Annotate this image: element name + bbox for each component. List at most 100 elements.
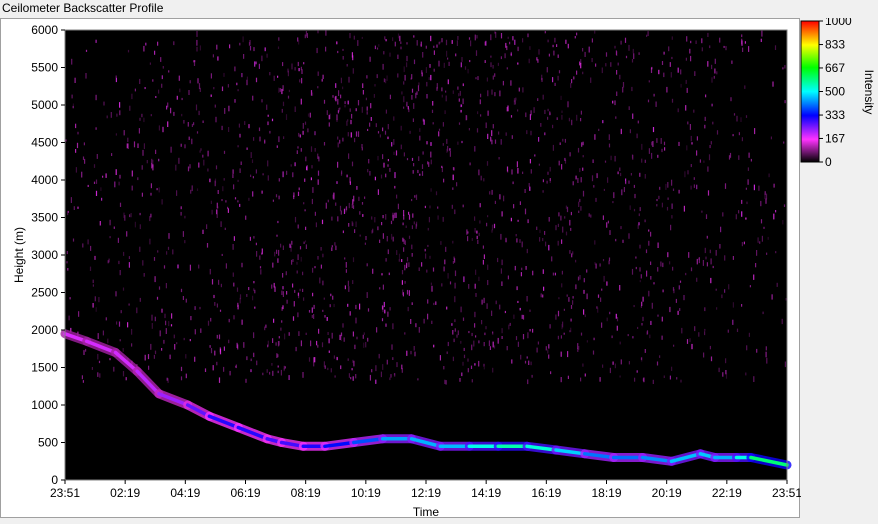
backscatter-speckle [510,51,512,57]
backscatter-speckle [395,150,398,156]
backscatter-speckle [568,297,570,302]
backscatter-speckle [233,184,235,190]
backscatter-speckle [402,222,404,226]
backscatter-speckle [75,167,77,173]
backscatter-speckle [347,280,349,287]
backscatter-speckle [690,164,692,168]
backscatter-speckle [282,101,285,107]
backscatter-speckle [336,357,338,361]
backscatter-speckle [87,184,89,187]
backscatter-speckle [537,59,539,63]
backscatter-speckle [467,68,469,74]
backscatter-speckle [521,241,523,248]
backscatter-speckle [255,169,257,174]
backscatter-speckle [451,40,453,44]
backscatter-speckle [577,147,580,153]
backscatter-speckle [421,262,423,267]
backscatter-speckle [638,213,640,217]
backscatter-speckle [151,158,153,164]
backscatter-speckle [517,109,519,112]
backscatter-speckle [236,342,238,348]
backscatter-speckle [252,95,254,101]
backscatter-speckle [579,168,581,173]
backscatter-speckle [546,67,548,73]
backscatter-speckle [690,185,692,190]
backscatter-speckle [105,317,107,321]
backscatter-speckle [525,266,527,270]
backscatter-speckle [394,172,396,179]
backscatter-speckle [663,51,665,55]
backscatter-speckle [269,72,271,76]
backscatter-speckle [264,326,266,331]
colorbar-tick-label: 500 [825,85,845,99]
backscatter-speckle [548,344,550,349]
backscatter-speckle [119,202,122,207]
backscatter-speckle [215,116,217,123]
backscatter-speckle [119,174,121,179]
backscatter-speckle [569,219,571,226]
backscatter-speckle [152,164,154,171]
backscatter-speckle [401,364,403,370]
backscatter-speckle [718,367,720,373]
backscatter-speckle [313,304,315,309]
backscatter-speckle [620,40,622,45]
backscatter-speckle [648,240,650,246]
backscatter-speckle [272,199,274,202]
backscatter-speckle [685,272,687,276]
backscatter-speckle [671,366,673,371]
backscatter-speckle [302,271,304,276]
backscatter-speckle [265,324,267,328]
backscatter-speckle [412,118,414,122]
backscatter-speckle [652,379,654,384]
backscatter-speckle [531,374,533,378]
backscatter-speckle [311,165,313,169]
backscatter-speckle [168,70,170,73]
backscatter-speckle [239,42,241,46]
backscatter-speckle [433,45,435,48]
backscatter-speckle [180,206,182,210]
backscatter-speckle [169,354,171,360]
backscatter-speckle [773,213,775,220]
backscatter-speckle [766,252,768,255]
backscatter-speckle [650,276,652,280]
backscatter-speckle [564,138,566,143]
backscatter-speckle [248,197,250,201]
backscatter-speckle [237,179,239,182]
backscatter-speckle [457,36,459,40]
backscatter-speckle [358,196,360,201]
backscatter-speckle [189,264,191,271]
backscatter-speckle [650,231,652,237]
backscatter-speckle [616,325,618,331]
backscatter-speckle [512,181,514,185]
backscatter-speckle [279,88,281,92]
backscatter-speckle [292,259,294,262]
backscatter-speckle [165,283,167,289]
backscatter-speckle [567,43,569,49]
backscatter-speckle [521,314,523,319]
backscatter-speckle [129,214,131,218]
backscatter-speckle [354,344,356,350]
backscatter-speckle [246,147,248,150]
backscatter-speckle [188,136,190,140]
backscatter-speckle [385,258,387,262]
backscatter-speckle [747,167,749,171]
backscatter-speckle [403,106,405,109]
backscatter-speckle [369,374,371,381]
backscatter-speckle [178,157,180,164]
backscatter-speckle [216,44,218,50]
backscatter-speckle [534,154,536,157]
backscatter-speckle [504,310,506,314]
backscatter-speckle [82,380,84,383]
backscatter-speckle [403,238,405,244]
backscatter-speckle [644,219,646,223]
backscatter-speckle [329,113,331,120]
backscatter-speckle [706,262,708,267]
backscatter-speckle [480,114,482,117]
backscatter-speckle [527,332,529,339]
y-tick-label: 4500 [31,136,58,150]
backscatter-speckle [733,113,736,116]
backscatter-speckle [364,242,366,245]
backscatter-speckle [557,335,559,340]
backscatter-speckle [362,83,364,88]
backscatter-speckle [382,233,384,239]
